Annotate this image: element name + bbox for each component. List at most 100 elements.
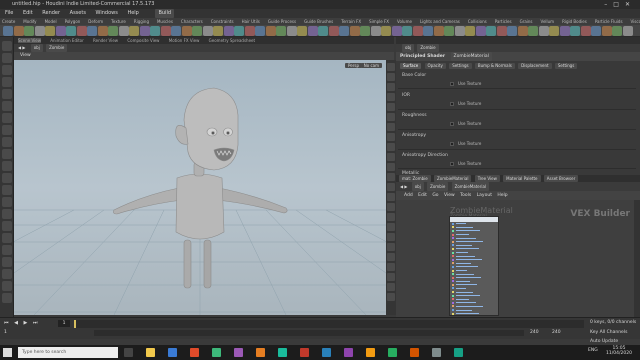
shelf-tab[interactable]: Texture (111, 19, 126, 24)
shelf-tool-icon[interactable] (391, 26, 402, 36)
shelf-tool-icon[interactable] (328, 26, 339, 36)
display-option-icon[interactable] (387, 93, 395, 101)
shelf-tab[interactable]: Rigging (134, 19, 149, 24)
shelf-tab[interactable]: Collisions (468, 19, 487, 24)
viewport-tool-icon[interactable] (2, 65, 12, 75)
taskbar-app-icon[interactable] (432, 348, 441, 357)
shelf-tool-icon[interactable] (570, 26, 580, 36)
display-option-icon[interactable] (387, 233, 395, 241)
viewport-tool-icon[interactable] (2, 197, 12, 207)
viewport-tool-icon[interactable] (2, 173, 12, 183)
taskbar-app-icon[interactable] (256, 348, 265, 357)
param-path-node[interactable]: Zombie (417, 44, 439, 52)
shelf-tool-icon[interactable] (475, 26, 486, 36)
viewport-tool-icon[interactable] (2, 89, 12, 99)
tab-bump-normals[interactable]: Bump & Normals (474, 63, 515, 69)
auto-update[interactable]: Auto Update (590, 339, 618, 344)
shelf-tool-icon[interactable] (601, 26, 612, 36)
net-menu-tools[interactable]: Tools (460, 193, 471, 198)
taskbar-app-icon[interactable] (366, 348, 375, 357)
shelf-tool-icon[interactable] (423, 26, 433, 36)
shelf-tool-icon[interactable] (160, 26, 171, 36)
tab-displacement[interactable]: Displacement (518, 63, 552, 69)
range-slider[interactable] (94, 330, 524, 336)
shelf-tool-icon[interactable] (192, 26, 202, 36)
shelf-tab[interactable]: Particle Fluids (595, 19, 623, 24)
menu-file[interactable]: File (5, 10, 13, 16)
viewport-tool-icon[interactable] (2, 77, 12, 87)
anisotropy-use-texture[interactable]: Use Texture (450, 141, 481, 146)
viewport-tool-icon[interactable] (2, 125, 12, 135)
taskbar-app-icon[interactable] (278, 348, 287, 357)
tab-zombie-material[interactable]: ZombieMaterial (434, 175, 472, 182)
viewport-tool-icon[interactable] (2, 113, 12, 123)
shelf-tool-icon[interactable] (402, 26, 412, 36)
tab-opacity[interactable]: Opacity (424, 63, 446, 69)
tab-geometry-spreadsheet[interactable]: Geometry Spreadsheet (209, 38, 255, 43)
net-nav-icon[interactable]: ◀ ▶ (400, 184, 407, 189)
window-controls[interactable]: –□✕ (604, 0, 636, 9)
viewport-tool-icon[interactable] (2, 185, 12, 195)
shelf-tool-icon[interactable] (150, 26, 160, 36)
tab-render-view[interactable]: Render View (93, 38, 118, 43)
shelf-tool-icon[interactable] (244, 26, 255, 36)
shelf-tool-icon[interactable] (412, 26, 423, 36)
shelf-tab[interactable]: Deform (88, 19, 103, 24)
taskbar-app-icon[interactable] (212, 348, 221, 357)
network-editor[interactable]: VEX Builder ZombieMaterial Zombie Materi… (396, 200, 634, 317)
shelf-tool-icon[interactable] (496, 26, 507, 36)
display-option-icon[interactable] (387, 143, 395, 151)
shelf-tool-icon[interactable] (622, 26, 633, 36)
shelf-tab[interactable]: Particles (495, 19, 512, 24)
principled-shader-node[interactable] (449, 216, 499, 316)
shelf-tab[interactable]: Polygon (65, 19, 81, 24)
node-port[interactable] (452, 312, 496, 316)
shelf-tool-icon[interactable] (433, 26, 444, 36)
shelf-tool-icon[interactable] (97, 26, 108, 36)
menu-assets[interactable]: Assets (70, 10, 86, 16)
tab-emission[interactable]: Settings (449, 63, 472, 69)
net-menu-layout[interactable]: Layout (477, 193, 492, 198)
display-option-icon[interactable] (387, 213, 395, 221)
frame-bar[interactable] (74, 320, 584, 328)
path-obj[interactable]: obj (30, 44, 43, 52)
net-menu-edit[interactable]: Edit (418, 193, 427, 198)
shelf-tool-icon[interactable] (202, 26, 213, 36)
end-frame-2[interactable]: 240 (552, 330, 561, 335)
node-name-field[interactable]: ZombieMaterial (450, 52, 492, 61)
taskbar-search[interactable]: Type here to search (18, 347, 118, 358)
shelf-tool-icon[interactable] (171, 26, 181, 36)
taskbar-app-icon[interactable] (234, 348, 243, 357)
taskbar-app-icon[interactable] (146, 348, 155, 357)
shelf-tab[interactable]: Terrain FX (341, 19, 361, 24)
net-path-obj[interactable]: obj (411, 182, 424, 191)
shelf-tab[interactable]: Volume (397, 19, 412, 24)
shelf-tool-icon[interactable] (87, 26, 97, 36)
shelf-tool-icon[interactable] (349, 26, 360, 36)
display-option-icon[interactable] (387, 63, 395, 71)
shelf-tool-icon[interactable] (528, 26, 538, 36)
menu-windows[interactable]: Windows (96, 10, 118, 16)
tab-composite-view[interactable]: Composite View (127, 38, 159, 43)
tab-tree-view[interactable]: Tree View (474, 175, 500, 182)
tab-scene-view[interactable]: Scene View (18, 38, 41, 43)
display-option-icon[interactable] (387, 293, 395, 301)
shelf-tool-icon[interactable] (108, 26, 118, 36)
display-option-icon[interactable] (387, 223, 395, 231)
display-option-icon[interactable] (387, 203, 395, 211)
display-option-icon[interactable] (387, 193, 395, 201)
shelf-tool-icon[interactable] (76, 26, 87, 36)
taskbar-app-icon[interactable] (388, 348, 397, 357)
shelf-tool-icon[interactable] (45, 26, 55, 36)
shelf-tool-icon[interactable] (454, 26, 465, 36)
tab-mat-zombie[interactable]: mat: Zombie (399, 175, 431, 182)
3d-viewport[interactable]: Persp No cam (14, 60, 386, 315)
net-path-zombie[interactable]: Zombie (427, 182, 449, 191)
net-menu-help[interactable]: Help (497, 193, 507, 198)
tab-motion-fx-view[interactable]: Motion FX View (169, 38, 200, 43)
viewport-tool-icon[interactable] (2, 257, 12, 267)
shelf-tool-icon[interactable] (360, 26, 370, 36)
tab-material-palette[interactable]: Material Palette (503, 175, 541, 182)
shelf-tool-icon[interactable] (118, 26, 129, 36)
taskbar-app-icon[interactable] (124, 348, 133, 357)
